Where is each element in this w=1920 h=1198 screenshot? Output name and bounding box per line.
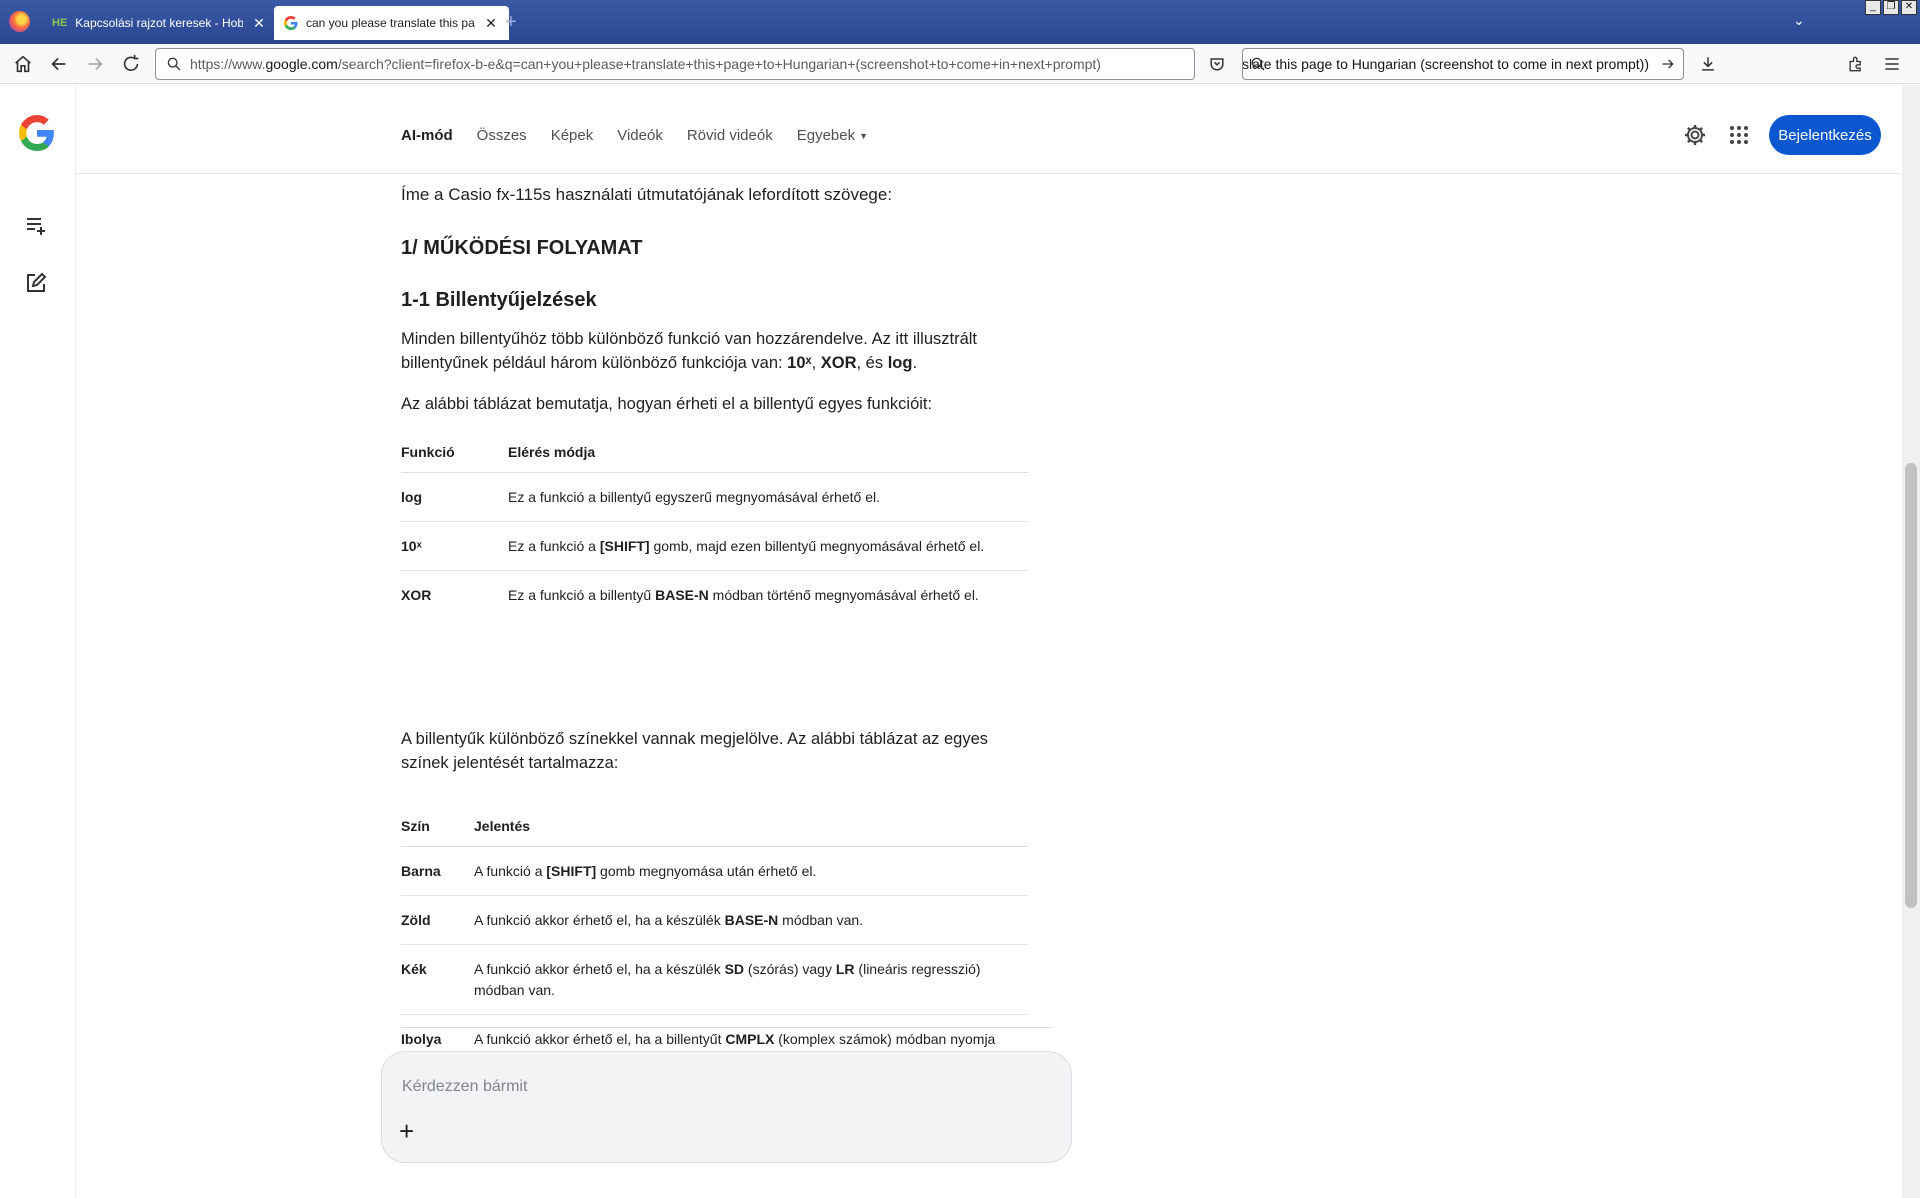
table-cell-value: Ez a funkció a billentyű egyszerű megnyo… [508, 489, 880, 505]
tab-more-label: Egyebek [796, 127, 856, 144]
color-meaning-table: Szín Jelentés Barna A funkció a [SHIFT] … [401, 804, 1028, 1084]
close-tab-icon[interactable]: ✕ [251, 15, 267, 32]
tab-title: can you please translate this page to Hu… [306, 16, 475, 30]
navigation-toolbar: https://www. google.com/search?client=fir… [0, 44, 1920, 84]
table-row: log Ez a funkció a billentyű egyszerű me… [401, 472, 1028, 522]
table-cell-value: A funkció akkor érhető el, ha a készülék… [474, 961, 981, 998]
back-icon[interactable] [48, 53, 70, 75]
tab-all[interactable]: Összes [477, 127, 527, 144]
answer-heading-1: 1/ MŰKÖDÉSI FOLYAMAT [401, 237, 643, 259]
page-scrollbar[interactable] [1902, 85, 1920, 1198]
table-cell-value: Ez a funkció a [SHIFT] gomb, majd ezen b… [508, 538, 985, 554]
answer-intro: Íme a Casio fx-115s használati útmutatój… [401, 185, 893, 204]
tab-images[interactable]: Képek [551, 127, 594, 144]
answer-paragraph-1: Minden billentyűhöz több különböző funkc… [401, 330, 978, 372]
list-all-tabs-icon[interactable]: ⌄ [1793, 12, 1805, 29]
table-row: Zöld A funkció akkor érhető el, ha a kés… [401, 895, 1028, 945]
url-prefix: https://www. [190, 56, 266, 72]
table-cell-key: Kék [401, 961, 427, 977]
settings-gear-icon[interactable] [1683, 123, 1707, 147]
title-bar: HE Kapcsolási rajzot keresek - Hobbielek… [0, 0, 1920, 44]
tab-more[interactable]: Egyebek ▼ [797, 127, 868, 144]
tab-title: Kapcsolási rajzot keresek - Hobbielektro… [75, 16, 243, 30]
google-search-page: AI-mód Összes Képek Videók Rövid videók … [0, 85, 1902, 1198]
header-divider [76, 173, 1902, 174]
table-cell-key: Zöld [401, 912, 431, 928]
table-cell-value: A funkció a [SHIFT] gomb megnyomása után… [474, 863, 817, 879]
table-cell-key: Barna [401, 863, 441, 879]
history-list-icon[interactable] [24, 213, 48, 237]
tab-short-videos[interactable]: Rövid videók [687, 127, 773, 144]
address-bar[interactable]: https://www. google.com/search?client=fir… [155, 48, 1195, 80]
ask-placeholder: Kérdezzen bármit [402, 1078, 528, 1095]
function-access-table: Funkció Elérés módja log Ez a funkció a … [401, 430, 1028, 619]
tab-ai-mode[interactable]: AI-mód [401, 127, 453, 144]
table-header: Elérés módja [508, 430, 1028, 473]
google-icon [284, 16, 298, 30]
sign-in-button[interactable]: Bejelentkezés [1769, 115, 1881, 155]
save-to-pocket-icon[interactable] [1207, 54, 1227, 74]
google-apps-icon[interactable] [1729, 125, 1749, 145]
new-tab-icon[interactable]: + [505, 11, 517, 34]
minimize-window-icon[interactable]: _ [1865, 0, 1881, 15]
he-favicon-icon: HE [52, 17, 68, 29]
close-window-icon[interactable]: ✕ [1901, 0, 1917, 15]
url-path: /search?client=firefox-b-e&q=can+you+ple… [337, 56, 1101, 72]
url-host: google.com [265, 56, 338, 72]
table-header-row: Szín Jelentés [401, 804, 1028, 847]
ask-anything-input[interactable]: Kérdezzen bármit + [381, 1051, 1072, 1163]
table-cell-key: 10ˣ [401, 538, 422, 554]
search-icon [167, 57, 181, 71]
google-logo[interactable] [19, 115, 55, 151]
search-bar[interactable]: can you please translate this page to Hu… [1242, 48, 1684, 80]
add-attachment-icon[interactable]: + [399, 1116, 414, 1147]
close-tab-icon[interactable]: ✕ [483, 15, 499, 32]
tab-videos[interactable]: Videók [617, 127, 663, 144]
tab-hobbielektronika[interactable]: HE Kapcsolási rajzot keresek - Hobbielek… [42, 6, 277, 40]
table-cell-key: log [401, 489, 422, 505]
extensions-icon[interactable] [1846, 54, 1866, 74]
table-header-row: Funkció Elérés módja [401, 430, 1028, 473]
answer-heading-1-1: 1-1 Billentyűjelzések [401, 289, 597, 311]
search-mode-tabs: AI-mód Összes Képek Videók Rövid videók … [401, 127, 892, 144]
table-cell-key: XOR [401, 587, 432, 603]
table-cell-value: A funkció akkor érhető el, ha a készülék… [474, 912, 864, 928]
table-row: 10ˣ Ez a funkció a [SHIFT] gomb, majd ez… [401, 521, 1028, 571]
reload-icon[interactable] [120, 53, 142, 75]
search-bar-value: can you please translate this page to Hu… [1242, 56, 1649, 72]
table-header: Funkció [401, 430, 508, 473]
table-header: Jelentés [474, 804, 1028, 847]
table-row: Kék A funkció akkor érhető el, ha a kész… [401, 944, 1028, 1015]
app-menu-icon[interactable] [1882, 54, 1902, 74]
search-engine-icon[interactable] [1250, 56, 1266, 72]
answer-divider [401, 1027, 1051, 1028]
forward-icon[interactable] [84, 53, 106, 75]
new-chat-icon[interactable] [24, 271, 48, 295]
table-row: Barna A funkció a [SHIFT] gomb megnyomás… [401, 846, 1028, 896]
search-go-icon[interactable] [1660, 56, 1676, 72]
downloads-icon[interactable] [1698, 54, 1718, 74]
table-cell-value: Ez a funkció a billentyű BASE-N módban t… [508, 587, 979, 603]
table-header: Szín [401, 804, 474, 847]
home-icon[interactable] [12, 53, 34, 75]
caret-down-icon: ▼ [859, 131, 869, 142]
sidebar-divider [75, 85, 76, 1198]
answer-paragraph-3: A billentyűk különböző színekkel vannak … [401, 730, 989, 772]
table-row: XOR Ez a funkció a billentyű BASE-N módb… [401, 571, 1028, 620]
scrollbar-thumb[interactable] [1905, 463, 1917, 908]
answer-paragraph-2: Az alábbi táblázat bemutatja, hogyan érh… [401, 395, 933, 413]
restore-window-icon[interactable]: ❐ [1883, 0, 1899, 15]
firefox-menu-icon[interactable] [9, 11, 30, 32]
tab-google-search[interactable]: can you please translate this page to Hu… [274, 6, 509, 40]
